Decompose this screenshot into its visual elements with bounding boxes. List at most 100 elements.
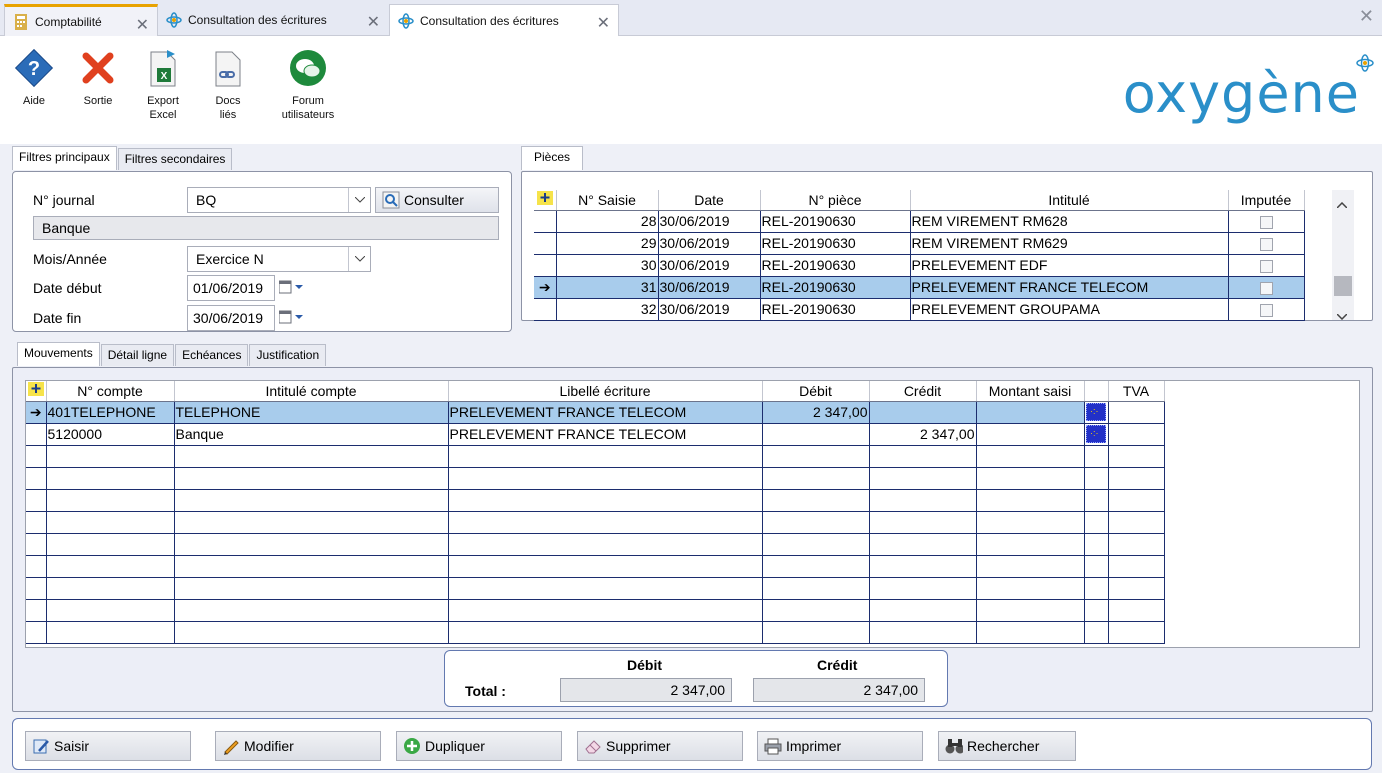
aide-button[interactable]: ? Aide <box>4 46 64 108</box>
svg-text:X: X <box>161 71 168 82</box>
movements-header-row: N° compte Intitulé compte Libellé écritu… <box>26 381 1165 402</box>
imputee-checkbox[interactable] <box>1259 237 1273 251</box>
end-date-input[interactable]: 30/06/2019 <box>187 305 275 331</box>
tab-echeances[interactable]: Echéances <box>175 344 249 366</box>
scroll-up-icon[interactable] <box>1336 196 1348 211</box>
row-pointer-arrow-icon: ➔ <box>26 401 47 424</box>
table-row[interactable]: 28 30/06/2019 REL-20190630 REM VIREMENT … <box>534 210 1305 233</box>
sortie-button[interactable]: Sortie <box>68 46 128 108</box>
tab-justification[interactable]: Justification <box>249 344 327 366</box>
close-window-icon[interactable]: ✕ <box>1359 6 1374 27</box>
tab-filtres-secondaires[interactable]: Filtres secondaires <box>117 148 233 170</box>
saisir-button[interactable]: Saisir <box>25 731 191 761</box>
table-row[interactable]: 32 30/06/2019 REL-20190630 PRELEVEMENT G… <box>534 298 1305 321</box>
docs-label-2: liés <box>219 109 237 121</box>
start-date-input[interactable]: 01/06/2019 <box>187 275 275 301</box>
scroll-down-icon[interactable] <box>1336 308 1348 323</box>
imputee-checkbox[interactable] <box>1259 259 1273 273</box>
sortie-label: Sortie <box>83 95 113 107</box>
pieces-header-row: N° Saisie Date N° pièce Intitulé Imputée <box>534 190 1305 211</box>
table-row[interactable]: 5120000 Banque PRELEVEMENT FRANCE TELECO… <box>26 423 1165 446</box>
col-tva[interactable]: TVA <box>1108 381 1165 402</box>
journal-select[interactable]: BQ <box>187 187 371 213</box>
dupliquer-button[interactable]: Dupliquer <box>396 731 562 761</box>
forum-label-2: utilisateurs <box>281 109 335 121</box>
imprimer-button[interactable]: Imprimer <box>757 731 923 761</box>
close-tab-icon[interactable]: ✕ <box>136 15 149 35</box>
col-saisie[interactable]: N° Saisie <box>556 190 659 211</box>
supprimer-button[interactable]: Supprimer <box>577 731 743 761</box>
euro-flag-icon[interactable] <box>1086 403 1106 422</box>
tab-mouvements[interactable]: Mouvements <box>17 342 100 366</box>
cell-date: 30/06/2019 <box>658 232 761 255</box>
cell-libelle: PRELEVEMENT FRANCE TELECOM <box>448 401 763 424</box>
start-date-label: Date début <box>33 280 102 296</box>
imputee-checkbox[interactable] <box>1259 215 1273 229</box>
row-pointer <box>26 423 47 446</box>
total-debit-value: 2 347,00 <box>560 678 732 702</box>
binoculars-icon <box>945 737 963 755</box>
add-row-icon[interactable] <box>534 190 557 211</box>
close-tab-icon[interactable]: ✕ <box>597 13 610 33</box>
movements-grid: N° compte Intitulé compte Libellé écritu… <box>25 380 1360 648</box>
export-excel-button[interactable]: X Export Excel <box>133 46 193 122</box>
table-row[interactable]: 30 30/06/2019 REL-20190630 PRELEVEMENT E… <box>534 254 1305 277</box>
journal-label: N° journal <box>33 192 95 208</box>
table-row[interactable]: 29 30/06/2019 REL-20190630 REM VIREMENT … <box>534 232 1305 255</box>
col-intitule-compte[interactable]: Intitulé compte <box>174 381 449 402</box>
plus-circle-icon <box>403 737 421 755</box>
cell-compte: 401TELEPHONE <box>46 401 175 424</box>
cell-date: 30/06/2019 <box>658 254 761 277</box>
empty-row <box>26 445 1165 468</box>
chevron-down-icon[interactable] <box>348 247 370 271</box>
help-icon: ? <box>12 46 56 90</box>
col-date[interactable]: Date <box>658 190 761 211</box>
col-credit[interactable]: Crédit <box>869 381 977 402</box>
pencil-icon <box>222 737 240 755</box>
modifier-button[interactable]: Modifier <box>215 731 381 761</box>
cell-debit <box>762 423 870 446</box>
add-row-icon[interactable] <box>26 381 47 402</box>
saisir-label: Saisir <box>54 738 90 754</box>
cell-saisie: 29 <box>556 232 659 255</box>
cell-flag <box>1084 423 1109 446</box>
tab-filtres-principaux[interactable]: Filtres principaux <box>12 146 117 170</box>
col-libelle[interactable]: Libellé écriture <box>448 381 763 402</box>
table-row-selected[interactable]: ➔ 31 30/06/2019 REL-20190630 PRELEVEMENT… <box>534 276 1305 299</box>
cell-imputee <box>1228 210 1305 233</box>
docs-lies-button[interactable]: Docs liés <box>198 46 258 122</box>
col-debit[interactable]: Débit <box>762 381 870 402</box>
close-tab-icon[interactable]: ✕ <box>367 12 380 32</box>
col-montant[interactable]: Montant saisi <box>976 381 1085 402</box>
chevron-down-icon[interactable] <box>348 188 370 212</box>
col-compte[interactable]: N° compte <box>46 381 175 402</box>
tab-detail-ligne[interactable]: Détail ligne <box>100 344 175 366</box>
calendar-icon[interactable] <box>279 280 303 294</box>
table-row-selected[interactable]: ➔ 401TELEPHONE TELEPHONE PRELEVEMENT FRA… <box>26 401 1165 424</box>
cell-compte: 5120000 <box>46 423 175 446</box>
imputee-checkbox[interactable] <box>1259 281 1273 295</box>
imputee-checkbox[interactable] <box>1259 303 1273 317</box>
tab-pieces[interactable]: Pièces <box>521 146 584 170</box>
consulter-button[interactable]: Consulter <box>375 187 499 213</box>
cell-saisie: 31 <box>556 276 659 299</box>
tab-comptabilite[interactable]: Comptabilité ✕ <box>4 4 158 36</box>
total-credit-value: 2 347,00 <box>753 678 925 702</box>
total-debit-label: Débit <box>627 657 662 673</box>
euro-flag-icon[interactable] <box>1086 425 1106 444</box>
tab-consultation-2[interactable]: Consultation des écritures ✕ <box>389 4 619 37</box>
calendar-icon[interactable] <box>279 310 303 324</box>
rechercher-button[interactable]: Rechercher <box>938 731 1076 761</box>
tab-consultation-1[interactable]: Consultation des écritures ✕ <box>158 4 388 36</box>
cell-imputee <box>1228 276 1305 299</box>
period-select[interactable]: Exercice N <box>187 246 371 272</box>
empty-row <box>26 555 1165 578</box>
row-pointer <box>534 254 557 277</box>
pieces-scrollbar[interactable] <box>1332 190 1354 323</box>
col-imputee[interactable]: Imputée <box>1228 190 1305 211</box>
scroll-thumb[interactable] <box>1334 276 1352 296</box>
col-piece[interactable]: N° pièce <box>760 190 911 211</box>
forum-button[interactable]: Forum utilisateurs <box>275 46 341 122</box>
col-intitule[interactable]: Intitulé <box>910 190 1229 211</box>
filters-panel: N° journal BQ Consulter Banque Mois/Anné… <box>12 171 512 332</box>
